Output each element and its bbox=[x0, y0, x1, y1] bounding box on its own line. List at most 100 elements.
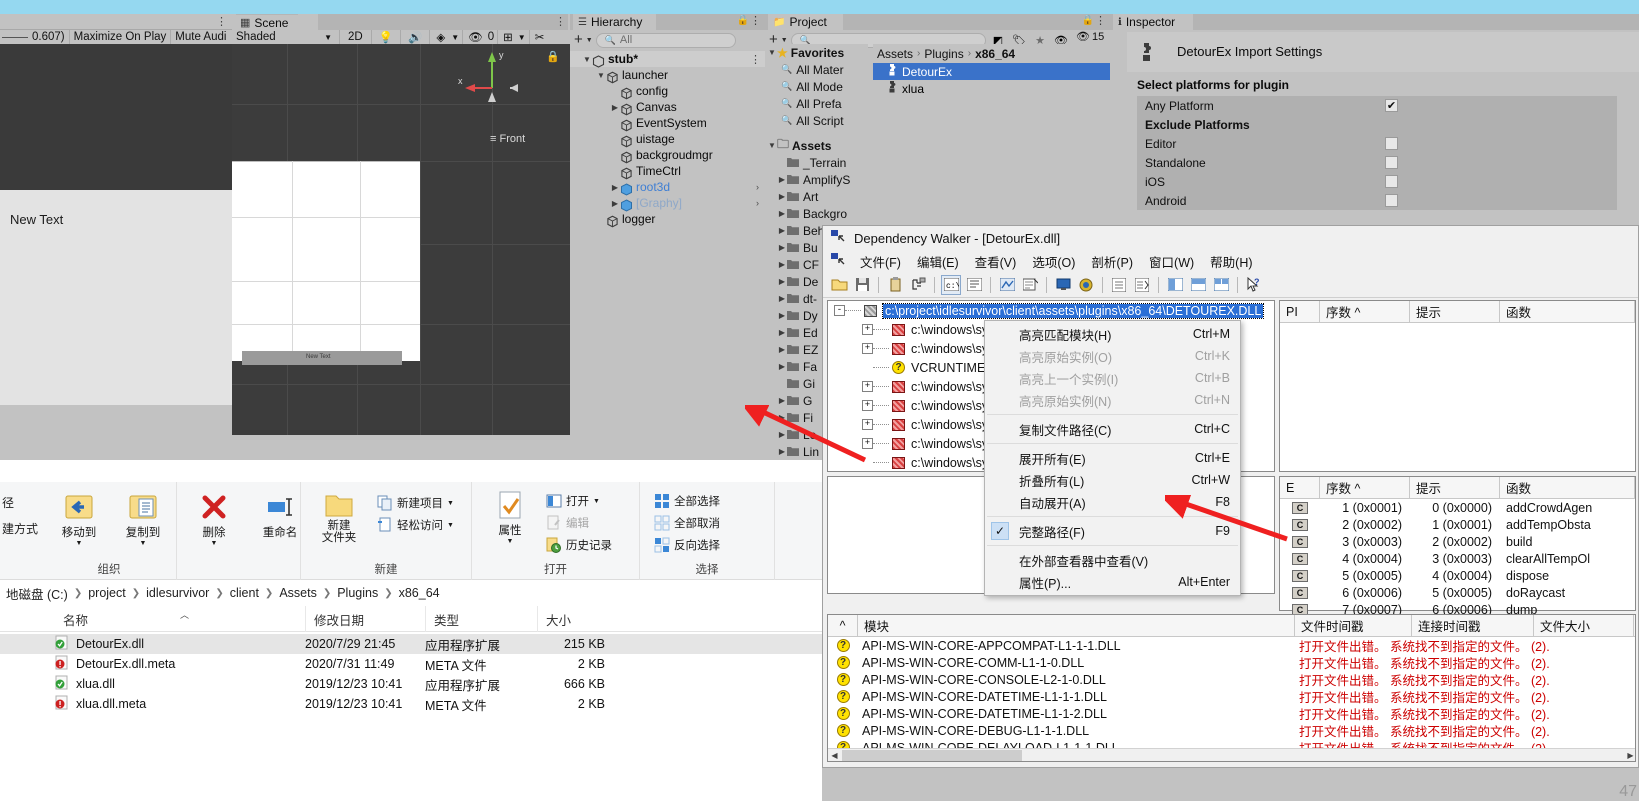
file-row[interactable]: DetourEx.dll.meta2020/7/31 11:49META 文件2… bbox=[0, 654, 822, 674]
chevron-right-icon[interactable]: ▶ bbox=[777, 277, 787, 286]
breadcrumb-item[interactable]: Plugins bbox=[924, 47, 963, 61]
chevron-down-icon[interactable]: ▼ bbox=[582, 55, 592, 64]
copy-icon[interactable] bbox=[885, 275, 905, 295]
chevron-right-icon[interactable]: ▶ bbox=[777, 447, 787, 456]
platform-row-android[interactable]: Android bbox=[1137, 191, 1617, 210]
export-row[interactable]: C2 (0x0002)1 (0x0001)addTempObsta bbox=[1280, 516, 1635, 533]
expand-tree-icon[interactable] bbox=[908, 275, 928, 295]
help-cursor-icon[interactable]: ? bbox=[1244, 275, 1264, 295]
export-row[interactable]: C3 (0x0003)2 (0x0002)build bbox=[1280, 533, 1635, 550]
project-breadcrumb[interactable]: Assets›Plugins›x86_64 bbox=[873, 44, 1110, 63]
address-separator[interactable]: ❯ bbox=[384, 588, 392, 599]
file-row[interactable]: xlua.dll.meta2019/12/23 10:41META 文件2 KB bbox=[0, 694, 822, 714]
platform-checkbox[interactable] bbox=[1385, 137, 1398, 150]
invert-selection-button[interactable]: 反向选择 bbox=[654, 534, 720, 556]
platform-checkbox[interactable] bbox=[1385, 175, 1398, 188]
full-paths-icon[interactable] bbox=[1132, 275, 1152, 295]
hierarchy-item-launcher[interactable]: ▼launcher bbox=[570, 67, 765, 83]
favorites-item[interactable]: 🔍All Mode bbox=[765, 78, 868, 95]
address-separator[interactable]: ❯ bbox=[74, 588, 82, 599]
log-view-icon[interactable] bbox=[1109, 275, 1129, 295]
hierarchy-search-input[interactable]: 🔍 All bbox=[596, 33, 736, 48]
easy-access-button[interactable]: 轻松访问 ▼ bbox=[377, 514, 454, 536]
context-menu-item[interactable]: 高亮匹配模块(H)Ctrl+M bbox=[985, 323, 1240, 345]
chevron-down-icon[interactable]: ▼ bbox=[596, 71, 606, 80]
deselect-all-button[interactable]: 全部取消 bbox=[654, 512, 720, 534]
chevron-down-icon-copyto[interactable]: ▼ bbox=[140, 540, 147, 547]
chevron-down-icon-open[interactable]: ▼ bbox=[593, 498, 600, 505]
hierarchy-item-uistage[interactable]: uistage bbox=[570, 131, 765, 147]
modules-col-filetime[interactable]: 文件时间戳 bbox=[1295, 615, 1412, 636]
address-crumb[interactable]: project bbox=[88, 586, 126, 600]
assets-folder-item[interactable]: ▶AmplifyS bbox=[765, 171, 868, 188]
copy-to-button[interactable]: 复制到 ▼ bbox=[114, 490, 172, 547]
split-view-icon[interactable] bbox=[1211, 275, 1231, 295]
chevron-down-icon-grid[interactable]: ▼ bbox=[518, 33, 526, 42]
chevron-right-icon[interactable]: ▶ bbox=[610, 199, 620, 208]
menu-profile[interactable]: 剖析(P) bbox=[1083, 251, 1141, 271]
assets-folder-item[interactable]: ▶Art bbox=[765, 188, 868, 205]
address-crumb[interactable]: Assets bbox=[279, 586, 317, 600]
chevron-right-icon-prefab[interactable]: › bbox=[756, 198, 759, 208]
menu-edit[interactable]: 编辑(E) bbox=[909, 251, 967, 271]
context-menu-item[interactable]: ✓完整路径(F)F9 bbox=[985, 520, 1240, 542]
platform-rows[interactable]: Any Platform✔Exclude PlatformsEditorStan… bbox=[1137, 96, 1617, 210]
expand-node-icon[interactable]: + bbox=[862, 343, 873, 354]
modules-col-flag[interactable]: ^ bbox=[828, 615, 858, 636]
scale-slider[interactable] bbox=[2, 37, 28, 38]
tab-hierarchy[interactable]: ☰ Hierarchy bbox=[573, 14, 656, 30]
move-to-button[interactable]: 移动到 ▼ bbox=[50, 490, 108, 547]
favorites-item[interactable]: 🔍All Mater bbox=[765, 61, 868, 78]
hierarchy-menu-icon[interactable]: ⋮ bbox=[750, 14, 761, 27]
module-row[interactable]: ?API-MS-WIN-CORE-COMM-L1-1-0.DLL打开文件出错。 … bbox=[828, 654, 1635, 671]
exports-col-ordinal[interactable]: 序数 ^ bbox=[1320, 477, 1410, 498]
mute-audio-button[interactable]: Mute Audi bbox=[175, 31, 226, 43]
project-menu-icon[interactable]: ⋮ bbox=[1095, 14, 1106, 27]
hierarchy-item-graphy[interactable]: ▶[Graphy]› bbox=[570, 195, 765, 211]
favorites-root[interactable]: ▼ ★ Favorites bbox=[765, 44, 868, 61]
platform-checkbox[interactable] bbox=[1385, 194, 1398, 207]
scene-tools-icon[interactable]: ✂ bbox=[533, 30, 547, 44]
expand-node-icon[interactable]: + bbox=[862, 381, 873, 392]
hidden-objects-icon[interactable]: 👁 bbox=[466, 30, 485, 44]
open-button[interactable]: 打开 ▼ bbox=[546, 490, 612, 512]
chevron-down-icon-add[interactable]: ▼ bbox=[586, 37, 593, 44]
menu-help[interactable]: 帮助(H) bbox=[1202, 251, 1260, 271]
module-row[interactable]: ?API-MS-WIN-CORE-CONSOLE-L2-1-0.DLL打开文件出… bbox=[828, 671, 1635, 688]
menu-view[interactable]: 查看(V) bbox=[967, 251, 1025, 271]
chevron-right-icon[interactable]: ▶ bbox=[610, 183, 620, 192]
context-menu-item[interactable]: 展开所有(E)Ctrl+E bbox=[985, 447, 1240, 469]
depwalker-exports-grid[interactable]: E 序数 ^ 提示 函数 C1 (0x0001)0 (0x0000)addCro… bbox=[1279, 476, 1636, 611]
imports-col-func[interactable]: 函数 bbox=[1500, 301, 1635, 322]
expand-node-icon[interactable]: + bbox=[862, 400, 873, 411]
chevron-right-icon[interactable]: ▶ bbox=[777, 260, 787, 269]
address-crumb[interactable]: x86_64 bbox=[399, 586, 440, 600]
chevron-right-icon[interactable]: ▶ bbox=[777, 192, 787, 201]
explorer-address-bar[interactable]: 地磁盘 (C:)❯project❯idlesurvivor❯client❯Ass… bbox=[0, 580, 822, 606]
undecorate-icon[interactable] bbox=[997, 275, 1017, 295]
grid-visibility-icon[interactable]: ⊞ bbox=[501, 30, 515, 44]
exports-rows[interactable]: C1 (0x0001)0 (0x0000)addCrowdAgenC2 (0x0… bbox=[1280, 499, 1635, 618]
expand-node-icon[interactable]: + bbox=[862, 324, 873, 335]
imports-col-ordinal[interactable]: 序数 ^ bbox=[1320, 301, 1410, 322]
platform-row-ios[interactable]: iOS bbox=[1137, 172, 1617, 191]
chevron-down-icon-create[interactable]: ▼ bbox=[781, 37, 788, 44]
lighting-icon[interactable]: 💡 bbox=[375, 30, 397, 44]
hierarchy-item-eventsystem[interactable]: EventSystem bbox=[570, 115, 765, 131]
chevron-right-icon-prefab[interactable]: › bbox=[756, 182, 759, 192]
maximize-on-play-button[interactable]: Maximize On Play bbox=[74, 31, 167, 43]
address-separator[interactable]: ❯ bbox=[215, 588, 223, 599]
chevron-right-icon[interactable]: ▶ bbox=[777, 430, 787, 439]
game-view-menu-icon[interactable]: ⋮ bbox=[216, 15, 228, 28]
module-row[interactable]: ?API-MS-WIN-CORE-APPCOMPAT-L1-1-1.DLL打开文… bbox=[828, 637, 1635, 654]
chevron-right-icon[interactable]: ▶ bbox=[777, 396, 787, 405]
save-icon[interactable] bbox=[852, 275, 872, 295]
chevron-right-icon[interactable]: ▶ bbox=[777, 345, 787, 354]
open-file-icon[interactable] bbox=[829, 275, 849, 295]
scene-lock-icon[interactable]: 🔒 bbox=[546, 50, 560, 63]
hierarchy-item-root3d[interactable]: ▶root3d› bbox=[570, 179, 765, 195]
edit-button[interactable]: 编辑 bbox=[546, 512, 612, 534]
layers-visibility-indicator[interactable]: 👁 15 bbox=[1076, 30, 1104, 43]
depwalker-imports-grid[interactable]: PI 序数 ^ 提示 函数 bbox=[1279, 300, 1636, 472]
hierarchy-item-logger[interactable]: logger bbox=[570, 211, 765, 227]
